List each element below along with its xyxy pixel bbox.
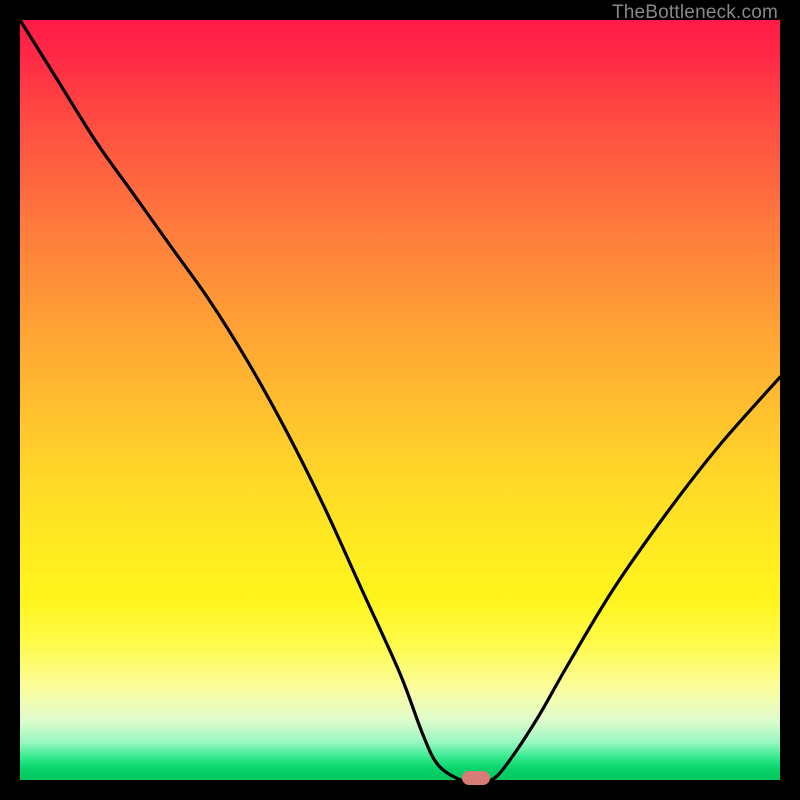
bottleneck-curve	[20, 20, 780, 780]
chart-container: TheBottleneck.com	[0, 0, 800, 800]
curve-svg	[20, 20, 780, 780]
optimum-marker	[462, 771, 490, 785]
plot-area	[20, 20, 780, 780]
